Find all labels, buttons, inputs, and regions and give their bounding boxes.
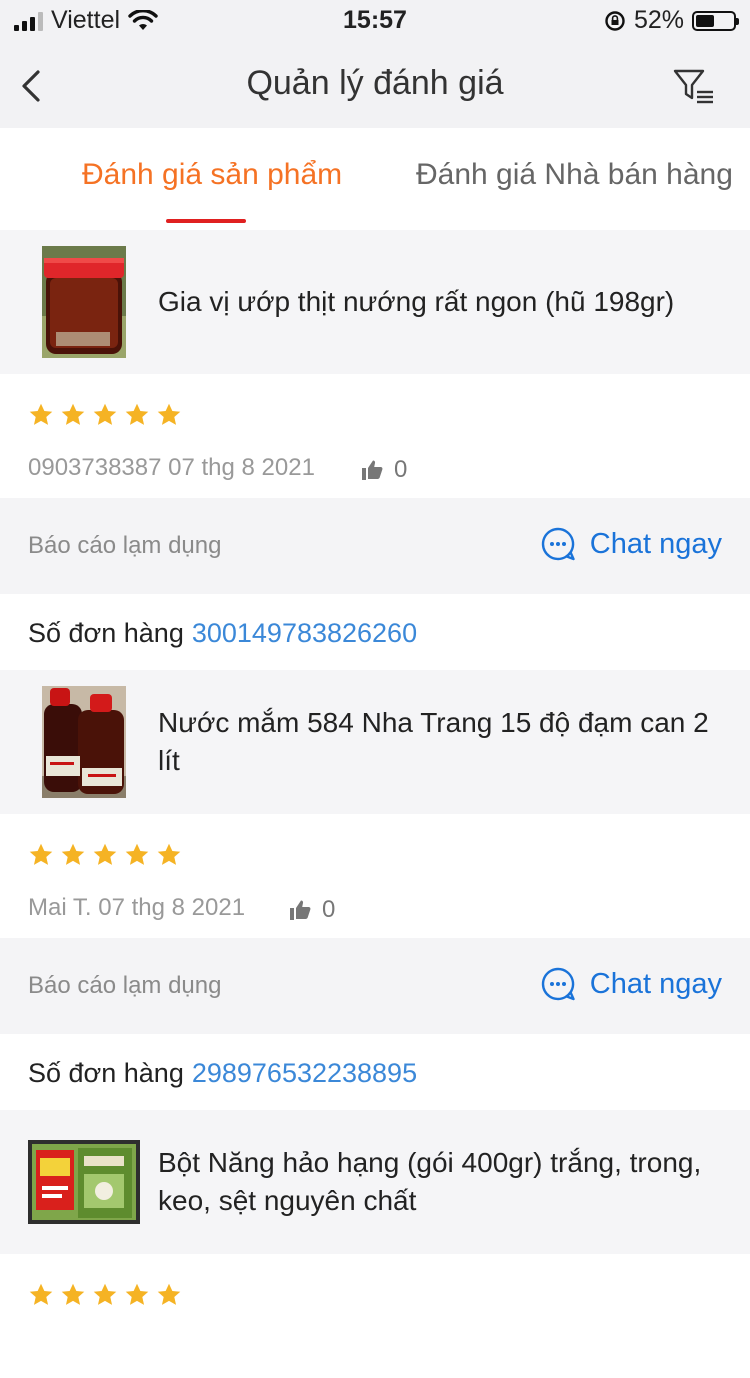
page-title: Quản lý đánh giá [246, 64, 504, 102]
thumbs-up-icon [290, 900, 311, 920]
like-count: 0 [394, 456, 408, 483]
star-icon [61, 843, 85, 865]
star-icon [61, 403, 85, 425]
product-name[interactable]: Gia vị ướp thịt nướng rất ngon (hũ 198gr… [158, 283, 720, 321]
product-name[interactable]: Nước mắm 584 Nha Trang 15 độ đạm can 2 l… [158, 704, 720, 780]
order-number-link[interactable]: 300149783826260 [192, 618, 417, 648]
order-number-link[interactable]: 298976532238895 [192, 1058, 417, 1088]
review-actions: Báo cáo lạm dụng Chat ngay [0, 498, 750, 594]
star-icon [29, 403, 53, 425]
chat-bubble-icon [541, 967, 575, 1001]
star-icon [125, 403, 149, 425]
tab-product-reviews[interactable]: Đánh giá sản phẩm [82, 158, 342, 192]
thumbs-up-icon [362, 460, 383, 480]
product-name[interactable]: Bột Năng hảo hạng (gói 400gr) trắng, tro… [158, 1144, 720, 1220]
star-icon [29, 1283, 53, 1305]
product-thumbnail [42, 246, 126, 358]
like-button[interactable]: 0 [288, 896, 335, 924]
review-list[interactable]: Gia vị ướp thịt nướng rất ngon (hũ 198gr… [0, 230, 750, 1378]
review-body: 0903738387 07 thg 8 2021 0 [0, 374, 750, 498]
star-icon [61, 1283, 85, 1305]
order-info: Số đơn hàng 300149783826260 [0, 594, 750, 670]
product-thumbnail [28, 1140, 140, 1224]
review-body: Mai T. 07 thg 8 2021 0 [0, 814, 750, 938]
star-icon [125, 1283, 149, 1305]
chat-now-button[interactable]: Chat ngay [540, 966, 722, 1002]
nav-bar: Quản lý đánh giá [0, 40, 750, 128]
reviewer-date: 0903738387 07 thg 8 2021 [28, 454, 315, 481]
star-icon [93, 403, 117, 425]
like-button[interactable]: 0 [360, 456, 407, 484]
star-icon [125, 843, 149, 865]
chat-bubble-icon [541, 527, 575, 561]
review-actions: Báo cáo lạm dụng Chat ngay [0, 938, 750, 1034]
order-number-label: Số đơn hàng [28, 1058, 184, 1088]
star-icon [29, 843, 53, 865]
star-icon [157, 843, 181, 865]
rating-stars [28, 842, 182, 868]
tab-seller-reviews[interactable]: Đánh giá Nhà bán hàng [416, 158, 733, 192]
star-icon [157, 403, 181, 425]
orientation-lock-icon [605, 10, 625, 31]
reviewer-date: Mai T. 07 thg 8 2021 [28, 894, 246, 921]
chat-now-label: Chat ngay [589, 967, 722, 1000]
report-abuse-link[interactable]: Báo cáo lạm dụng [28, 532, 221, 560]
status-bar: Viettel 15:57 52% [0, 0, 750, 40]
product-row[interactable]: Gia vị ướp thịt nướng rất ngon (hũ 198gr… [0, 230, 750, 374]
order-info: Số đơn hàng 298976532238895 [0, 1034, 750, 1110]
report-abuse-link[interactable]: Báo cáo lạm dụng [28, 972, 221, 1000]
battery-percent: 52% [633, 6, 684, 34]
star-icon [157, 1283, 181, 1305]
star-icon [93, 843, 117, 865]
chat-now-button[interactable]: Chat ngay [540, 526, 722, 562]
review-tabs: Đánh giá sản phẩm Đánh giá Nhà bán hàng [0, 128, 750, 230]
filter-icon[interactable] [672, 66, 716, 106]
rating-stars [28, 402, 182, 428]
battery-icon [692, 10, 739, 31]
product-thumbnail [42, 686, 126, 798]
product-row[interactable]: Nước mắm 584 Nha Trang 15 độ đạm can 2 l… [0, 670, 750, 814]
star-icon [93, 1283, 117, 1305]
active-tab-indicator [166, 219, 246, 223]
order-number-label: Số đơn hàng [28, 618, 184, 648]
like-count: 0 [322, 896, 336, 923]
chat-now-label: Chat ngay [589, 527, 722, 560]
review-body [0, 1254, 750, 1378]
product-row[interactable]: Bột Năng hảo hạng (gói 400gr) trắng, tro… [0, 1110, 750, 1254]
rating-stars [28, 1282, 182, 1308]
